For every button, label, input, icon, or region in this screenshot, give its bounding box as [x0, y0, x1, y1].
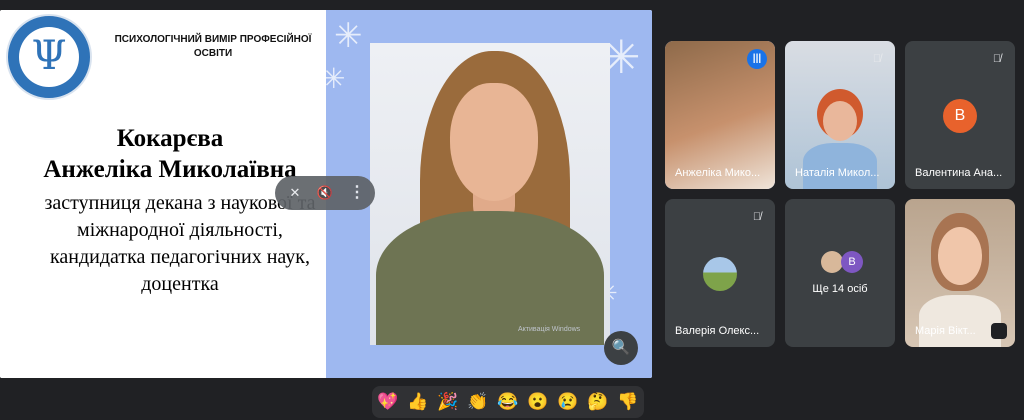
participant-name: Валерія Олекс...: [675, 325, 760, 337]
speaker-photo: Активація Windows: [370, 43, 610, 345]
avatar: В: [943, 99, 977, 133]
surprised-reaction-button[interactable]: 😮: [524, 386, 552, 418]
thinking-reaction-button[interactable]: 🤔: [584, 386, 612, 418]
mic-off-icon: 🎙̸: [872, 53, 882, 65]
mic-off-icon: 🎙̸: [752, 211, 762, 223]
presentation-controls: ✕ 🔇 ⋮: [275, 176, 375, 210]
more-vert-icon[interactable]: ⋮: [341, 176, 373, 210]
participant-name: Анжеліка Мико...: [675, 167, 761, 179]
mic-off-icon: 🎙̸: [992, 53, 1002, 65]
speaker-surname: Кокарєва: [116, 125, 224, 152]
avatar: [821, 251, 843, 273]
clap-reaction-button[interactable]: 👏: [464, 386, 492, 418]
logo-psi-symbol: Ψ: [31, 33, 67, 79]
party-reaction-button[interactable]: 🎉: [434, 386, 462, 418]
speaking-indicator-icon: |||: [747, 49, 767, 69]
participant-tile[interactable]: ||| Анжеліка Мико...: [665, 41, 775, 189]
avatar: [703, 257, 737, 291]
reactions-bar: 💖 👍 🎉 👏 😂 😮 😢 🤔 👎: [372, 386, 644, 418]
avatar: В: [841, 251, 863, 273]
university-logo: Ψ: [6, 14, 92, 100]
more-participants-tile[interactable]: В Ще 14 осіб: [785, 199, 895, 347]
decor-star-icon: ✳: [322, 63, 346, 94]
thumbs-up-reaction-button[interactable]: 👍: [404, 386, 432, 418]
more-participants-label: Ще 14 осіб: [812, 283, 868, 295]
windows-watermark: Активація Windows: [518, 326, 581, 333]
zoom-icon[interactable]: 🔍: [604, 331, 638, 365]
heart-reaction-button[interactable]: 💖: [374, 386, 402, 418]
volume-off-icon[interactable]: 🔇: [309, 176, 341, 210]
participant-name: Наталія Микол...: [795, 167, 880, 179]
participant-tile[interactable]: Марія Вікт...: [905, 199, 1015, 347]
participant-tile[interactable]: 🎙̸ Валерія Олекс...: [665, 199, 775, 347]
slide-header: ПСИХОЛОГІЧНИЙ ВИМІР ПРОФЕСІЙНОЇ ОСВІТИ: [114, 34, 312, 59]
sad-reaction-button[interactable]: 😢: [554, 386, 582, 418]
thumbs-down-reaction-button[interactable]: 👎: [614, 386, 642, 418]
participant-name: Валентина Ана...: [915, 167, 1003, 179]
decor-star-icon: ✳: [334, 17, 363, 55]
participant-tile[interactable]: 🎙̸ В Валентина Ана...: [905, 41, 1015, 189]
frame-icon[interactable]: [991, 323, 1007, 339]
pin-off-icon[interactable]: ✕: [279, 176, 311, 210]
laugh-reaction-button[interactable]: 😂: [494, 386, 522, 418]
participant-tile[interactable]: 🎙̸ Наталія Микол...: [785, 41, 895, 189]
